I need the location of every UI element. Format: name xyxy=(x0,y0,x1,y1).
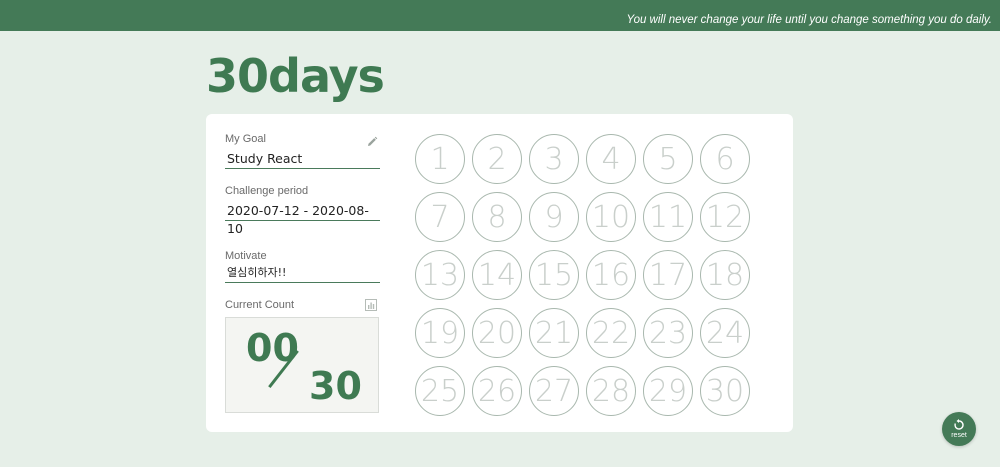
day-16-circle[interactable]: 16 xyxy=(586,250,636,300)
day-27-circle[interactable]: 27 xyxy=(529,366,579,416)
day-grid: 1 2 3 4 5 6 7 8 9 10 11 12 13 14 15 16 17 18 19 20 21 22 23 24 2… xyxy=(415,134,757,418)
motivate-field[interactable]: 열심히하자!! xyxy=(225,264,380,283)
reset-button[interactable]: reset xyxy=(942,412,976,446)
day-19-circle[interactable]: 19 xyxy=(415,308,465,358)
motivate-label: Motivate xyxy=(225,250,267,262)
day-7-circle[interactable]: 7 xyxy=(415,192,465,242)
motto-quote: You will never change your life until yo… xyxy=(626,14,992,26)
day-30-circle[interactable]: 30 xyxy=(700,366,750,416)
day-13-circle[interactable]: 13 xyxy=(415,250,465,300)
day-6-circle[interactable]: 6 xyxy=(700,134,750,184)
reset-label: reset xyxy=(951,432,967,439)
goal-field[interactable]: Study React xyxy=(225,150,380,169)
day-18-circle[interactable]: 18 xyxy=(700,250,750,300)
day-11-circle[interactable]: 11 xyxy=(643,192,693,242)
day-14-circle[interactable]: 14 xyxy=(472,250,522,300)
current-count: 00 xyxy=(246,326,299,370)
pencil-icon[interactable] xyxy=(366,136,378,148)
period-field[interactable]: 2020-07-12 - 2020-08-10 xyxy=(225,202,380,236)
day-21-circle[interactable]: 21 xyxy=(529,308,579,358)
challenge-card: My Goal Study React Challenge period 202… xyxy=(206,114,793,432)
bar-chart-icon[interactable] xyxy=(365,299,377,311)
day-5-circle[interactable]: 5 xyxy=(643,134,693,184)
current-count-label: Current Count xyxy=(225,299,295,311)
day-17-circle[interactable]: 17 xyxy=(643,250,693,300)
count-display: 00 30 xyxy=(225,317,379,413)
refresh-icon xyxy=(954,419,964,430)
top-bar: You will never change your life until yo… xyxy=(0,0,1000,31)
day-9-circle[interactable]: 9 xyxy=(529,192,579,242)
day-1-circle[interactable]: 1 xyxy=(415,134,465,184)
day-15-circle[interactable]: 15 xyxy=(529,250,579,300)
day-28-circle[interactable]: 28 xyxy=(586,366,636,416)
day-29-circle[interactable]: 29 xyxy=(643,366,693,416)
day-26-circle[interactable]: 26 xyxy=(472,366,522,416)
day-24-circle[interactable]: 24 xyxy=(700,308,750,358)
goal-label: My Goal xyxy=(225,133,266,145)
day-20-circle[interactable]: 20 xyxy=(472,308,522,358)
total-count: 30 xyxy=(309,364,362,408)
day-8-circle[interactable]: 8 xyxy=(472,192,522,242)
app-title: 30days xyxy=(206,49,385,103)
day-2-circle[interactable]: 2 xyxy=(472,134,522,184)
day-12-circle[interactable]: 12 xyxy=(700,192,750,242)
day-25-circle[interactable]: 25 xyxy=(415,366,465,416)
day-4-circle[interactable]: 4 xyxy=(586,134,636,184)
day-23-circle[interactable]: 23 xyxy=(643,308,693,358)
day-10-circle[interactable]: 10 xyxy=(586,192,636,242)
period-label: Challenge period xyxy=(225,185,309,197)
day-3-circle[interactable]: 3 xyxy=(529,134,579,184)
day-22-circle[interactable]: 22 xyxy=(586,308,636,358)
